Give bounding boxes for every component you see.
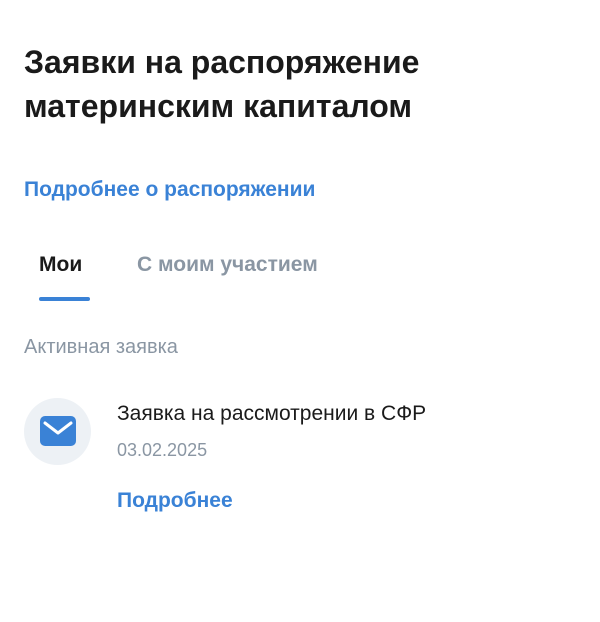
envelope-icon bbox=[40, 416, 76, 446]
page-title: Заявки на распоряжение материнским капит… bbox=[24, 44, 420, 124]
application-details-link[interactable]: Подробнее bbox=[117, 486, 233, 516]
more-about-disposal-link[interactable]: Подробнее о распоряжении bbox=[24, 176, 315, 204]
tabs-bar: Мои С моим участием bbox=[24, 240, 576, 302]
tab-with-my-participation[interactable]: С моим участием bbox=[137, 250, 318, 280]
tab-mine[interactable]: Мои bbox=[39, 250, 82, 280]
section-label-active-application: Активная заявка bbox=[24, 336, 178, 358]
application-date: 03.02.2025 bbox=[117, 440, 208, 460]
active-tab-indicator bbox=[39, 297, 90, 301]
application-status-title: Заявка на рассмотрении в СФР bbox=[117, 402, 427, 425]
application-icon-badge bbox=[24, 398, 91, 465]
